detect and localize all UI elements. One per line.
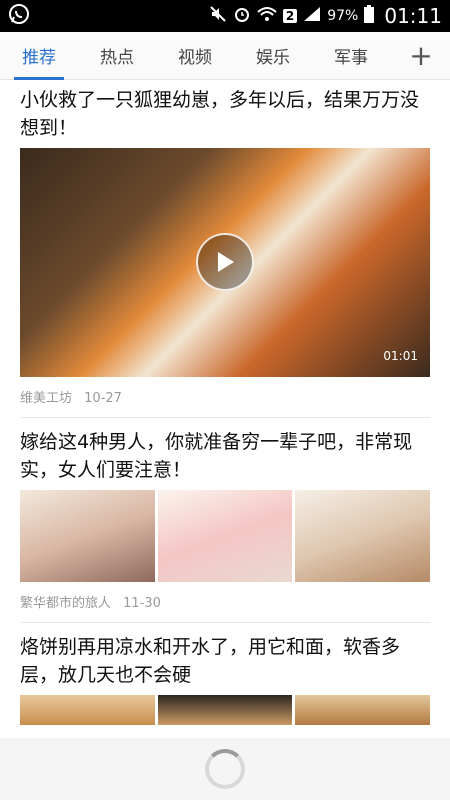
article-date: 11-30 <box>123 596 161 611</box>
article-card[interactable]: 小伙救了一只狐狸幼崽，多年以后，结果万万没想到！ 01:01 维美工坊 10-2… <box>0 86 450 407</box>
tab-hot[interactable]: 热点 <box>78 32 156 80</box>
tab-video[interactable]: 视频 <box>156 32 234 80</box>
mute-icon <box>209 5 227 27</box>
loading-spinner-icon <box>205 749 245 789</box>
article-image[interactable] <box>20 695 155 725</box>
video-thumbnail[interactable]: 01:01 <box>20 148 430 377</box>
image-strip[interactable] <box>20 695 431 725</box>
article-card[interactable]: 烙饼别再用凉水和开水了，用它和面，软香多层，放几天也不会硬 <box>0 633 450 725</box>
divider <box>20 622 430 623</box>
whatsapp-icon <box>8 3 30 29</box>
news-feed: 小伙救了一只狐狸幼崽，多年以后，结果万万没想到！ 01:01 维美工坊 10-2… <box>0 80 450 725</box>
video-duration: 01:01 <box>383 349 418 363</box>
article-image[interactable] <box>20 490 155 582</box>
article-image[interactable] <box>157 695 293 725</box>
article-title[interactable]: 烙饼别再用凉水和开水了，用它和面，软香多层，放几天也不会硬 <box>20 633 430 689</box>
alarm-icon <box>233 5 251 27</box>
divider <box>20 417 430 418</box>
tab-military[interactable]: 军事 <box>312 32 390 80</box>
sim-badge: 2 <box>282 9 298 23</box>
wifi-icon <box>257 5 277 27</box>
article-meta: 繁华都市的旅人 11-30 <box>20 592 430 612</box>
play-icon[interactable] <box>196 233 254 291</box>
signal-icon <box>303 6 321 26</box>
status-bar-right: 2 97% 01:11 <box>209 4 442 28</box>
article-image[interactable] <box>157 490 293 582</box>
status-bar-left <box>8 3 30 29</box>
article-source: 维美工坊 <box>20 391 73 406</box>
status-bar: 2 97% 01:11 <box>0 0 450 32</box>
article-card[interactable]: 嫁给这4种男人，你就准备穷一辈子吧，非常现实，女人们要注意！ 繁华都市的旅人 1… <box>0 428 450 612</box>
image-strip[interactable] <box>20 490 431 582</box>
battery-percent: 97% <box>327 8 359 24</box>
article-image[interactable] <box>295 490 431 582</box>
article-date: 10-27 <box>84 391 122 406</box>
tab-entertainment[interactable]: 娱乐 <box>234 32 312 80</box>
clock: 01:11 <box>384 4 442 28</box>
add-tab-icon[interactable]: + <box>392 32 450 80</box>
article-image[interactable] <box>295 695 431 725</box>
battery-icon <box>364 5 375 27</box>
article-source: 繁华都市的旅人 <box>20 596 112 611</box>
article-title[interactable]: 小伙救了一只狐狸幼崽，多年以后，结果万万没想到！ <box>20 86 430 142</box>
category-tab-bar: 推荐 热点 视频 娱乐 军事 + <box>0 32 450 80</box>
loading-footer <box>0 738 450 800</box>
article-meta: 维美工坊 10-27 <box>20 387 430 407</box>
article-title[interactable]: 嫁给这4种男人，你就准备穷一辈子吧，非常现实，女人们要注意！ <box>20 428 430 484</box>
tab-recommended[interactable]: 推荐 <box>0 32 78 80</box>
